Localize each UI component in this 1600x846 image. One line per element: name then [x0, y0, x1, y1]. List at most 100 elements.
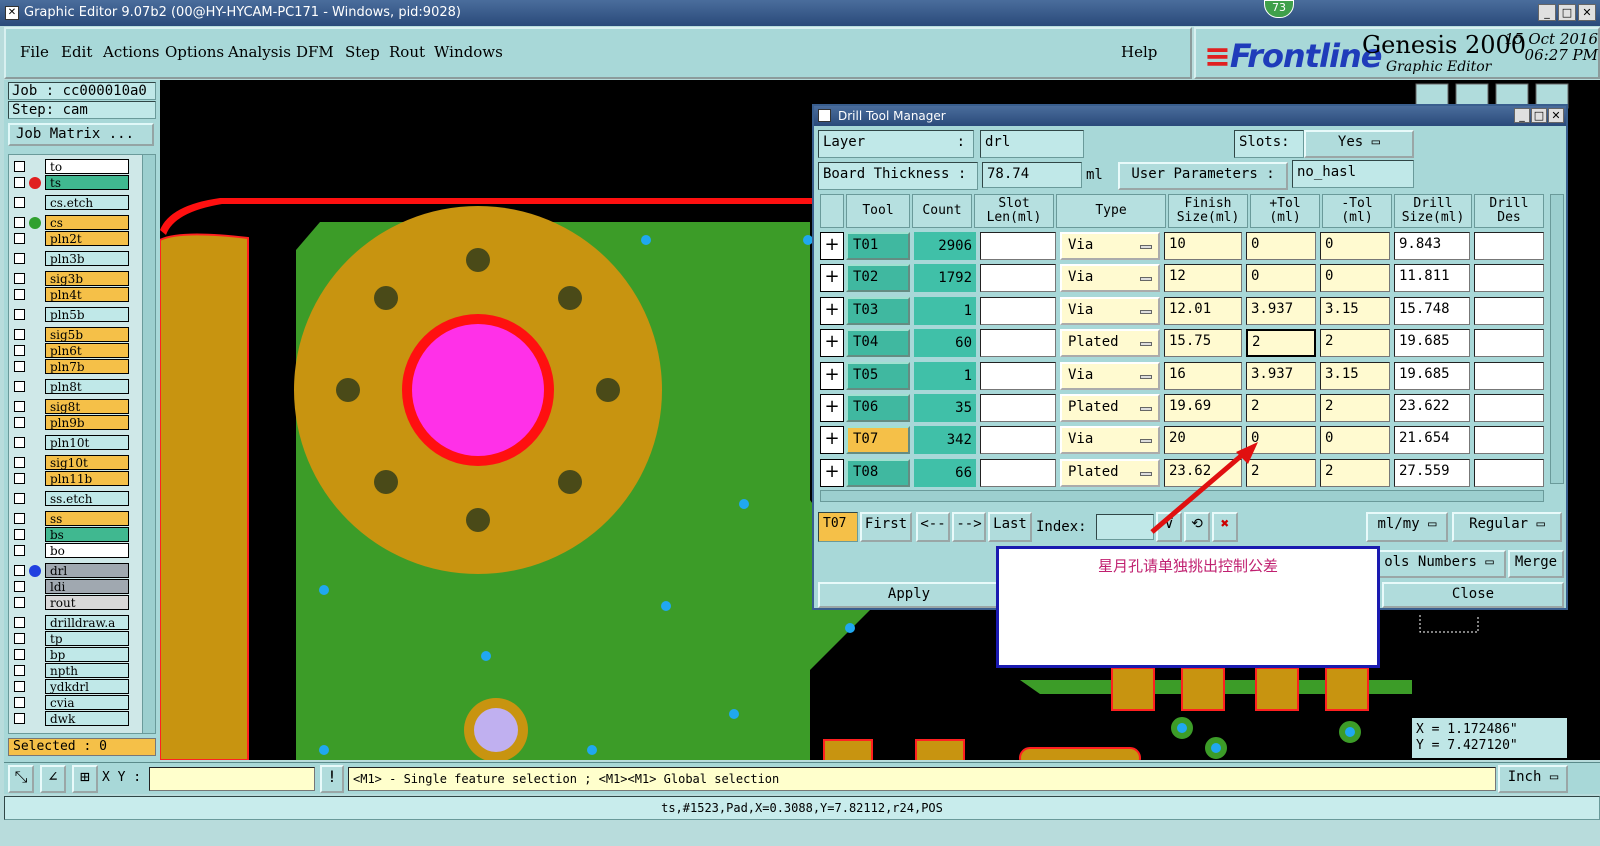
layer-row-pln6t[interactable]: pln6t [9, 343, 143, 359]
tool-button[interactable]: T04 [846, 329, 910, 358]
layer-checkbox[interactable] [14, 513, 25, 524]
type-dropdown[interactable]: Via [1060, 361, 1160, 390]
menu-analysis[interactable]: Analysis [228, 43, 291, 61]
drill-size-input[interactable]: 21.654 [1394, 426, 1470, 455]
tool-button[interactable]: T02 [846, 264, 910, 293]
row-add-icon[interactable]: + [820, 394, 844, 422]
minus-tol-input[interactable]: 3.15 [1320, 361, 1390, 390]
row-add-icon[interactable]: + [820, 329, 844, 358]
dialog-minimize-button[interactable]: _ [1514, 108, 1530, 123]
layer-name[interactable]: drilldraw.a [45, 615, 129, 630]
menu-options[interactable]: Options [165, 43, 224, 61]
slot-length-input[interactable] [980, 361, 1056, 390]
plus-tol-input[interactable]: 3.937 [1246, 361, 1316, 390]
layer-row-pln4t[interactable]: pln4t [9, 287, 143, 303]
menu-dfm[interactable]: DFM [296, 43, 334, 61]
layer-row-npth[interactable]: npth [9, 663, 143, 679]
layer-name[interactable]: pln4t [45, 287, 129, 302]
layer-row-ldi[interactable]: ldi [9, 579, 143, 595]
layer-name[interactable]: ldi [45, 579, 129, 594]
layer-checkbox[interactable] [14, 329, 25, 340]
layer-checkbox[interactable] [14, 273, 25, 284]
tool-button[interactable]: T03 [846, 296, 910, 325]
job-matrix-button[interactable]: Job Matrix ... [8, 123, 154, 146]
plus-tol-input[interactable]: 0 [1246, 264, 1316, 293]
layer-row-pln8t[interactable]: pln8t [9, 379, 143, 395]
apply-button[interactable]: Apply [818, 582, 1000, 608]
layer-row-rout[interactable]: rout [9, 595, 143, 611]
merge-button[interactable]: Merge [1508, 550, 1564, 578]
layer-row-dwk[interactable]: dwk [9, 711, 143, 727]
first-button[interactable]: First [860, 512, 912, 542]
tool-button[interactable]: T06 [846, 394, 910, 422]
layer-row-cs[interactable]: cs [9, 215, 143, 231]
layer-name[interactable]: sig3b [45, 271, 129, 286]
row-add-icon[interactable]: + [820, 264, 844, 293]
drill-size-input[interactable]: 19.685 [1394, 329, 1470, 358]
layer-name[interactable]: pln9b [45, 415, 129, 430]
layer-name[interactable]: pln5b [45, 307, 129, 322]
drill-des-input[interactable] [1474, 264, 1544, 293]
layer-name[interactable]: bo [45, 543, 129, 558]
layer-checkbox[interactable] [14, 713, 25, 724]
measure-icon[interactable]: ∠ [40, 765, 66, 793]
layer-row-ts[interactable]: ts [9, 175, 143, 191]
menu-step[interactable]: Step [345, 43, 380, 61]
layer-checkbox[interactable] [14, 161, 25, 172]
type-dropdown[interactable]: Via [1060, 264, 1160, 293]
drill-des-input[interactable] [1474, 394, 1544, 422]
layer-name[interactable]: npth [45, 663, 129, 678]
prev-button[interactable]: <-- [916, 512, 950, 542]
layer-name[interactable]: to [45, 159, 129, 174]
layer-name[interactable]: ss.etch [45, 491, 129, 506]
layer-name[interactable]: rout [45, 595, 129, 610]
layer-checkbox[interactable] [14, 177, 25, 188]
layer-name[interactable]: ydkdrl [45, 679, 129, 694]
layer-row-sig3b[interactable]: sig3b [9, 271, 143, 287]
drill-size-input[interactable]: 15.748 [1394, 296, 1470, 325]
menu-edit[interactable]: Edit [61, 43, 92, 61]
layer-name[interactable]: pln8t [45, 379, 129, 394]
row-add-icon[interactable]: + [820, 232, 844, 260]
mode-dropdown[interactable]: Regular ▭ [1452, 512, 1562, 542]
minus-tol-input[interactable]: 0 [1320, 264, 1390, 293]
tool-button[interactable]: T07 [846, 426, 910, 455]
layer-checkbox[interactable] [14, 401, 25, 412]
layer-checkbox[interactable] [14, 457, 25, 468]
layer-checkbox[interactable] [14, 493, 25, 504]
layer-name[interactable]: sig8t [45, 399, 129, 414]
layer-checkbox[interactable] [14, 253, 25, 264]
menu-help[interactable]: Help [1121, 43, 1157, 61]
layer-checkbox[interactable] [14, 309, 25, 320]
layer-row-pln7b[interactable]: pln7b [9, 359, 143, 375]
menu-file[interactable]: File [20, 43, 49, 61]
thickness-input[interactable]: 78.74 [982, 162, 1082, 188]
zoom-fit-icon[interactable]: ⤡ [8, 765, 34, 793]
layer-row-ss.etch[interactable]: ss.etch [9, 491, 143, 507]
layer-checkbox[interactable] [14, 665, 25, 676]
type-dropdown[interactable]: Via [1060, 296, 1160, 325]
drill-des-input[interactable] [1474, 458, 1544, 487]
layer-checkbox[interactable] [14, 345, 25, 356]
minus-tol-input[interactable]: 2 [1320, 329, 1390, 358]
layer-name[interactable]: pln6t [45, 343, 129, 358]
units-select[interactable]: Inch ▭ [1498, 765, 1568, 793]
drill-des-input[interactable] [1474, 329, 1544, 358]
next-button[interactable]: --> [952, 512, 986, 542]
layer-name[interactable]: pln10t [45, 435, 129, 450]
alert-icon[interactable]: ! [320, 765, 344, 793]
drill-des-input[interactable] [1474, 426, 1544, 455]
layer-checkbox[interactable] [14, 217, 25, 228]
layer-row-pln3b[interactable]: pln3b [9, 251, 143, 267]
layer-row-bp[interactable]: bp [9, 647, 143, 663]
layer-checkbox[interactable] [14, 289, 25, 300]
minimize-button[interactable]: _ [1538, 4, 1556, 21]
user-parameters-value[interactable]: no_hasl [1292, 160, 1414, 188]
tool-button[interactable]: T01 [846, 232, 910, 260]
row-add-icon[interactable]: + [820, 361, 844, 390]
layer-name[interactable]: sig10t [45, 455, 129, 470]
layer-checkbox[interactable] [14, 681, 25, 692]
layer-row-to[interactable]: to [9, 159, 143, 175]
drill-size-input[interactable]: 27.559 [1394, 458, 1470, 487]
row-add-icon[interactable]: + [820, 426, 844, 455]
